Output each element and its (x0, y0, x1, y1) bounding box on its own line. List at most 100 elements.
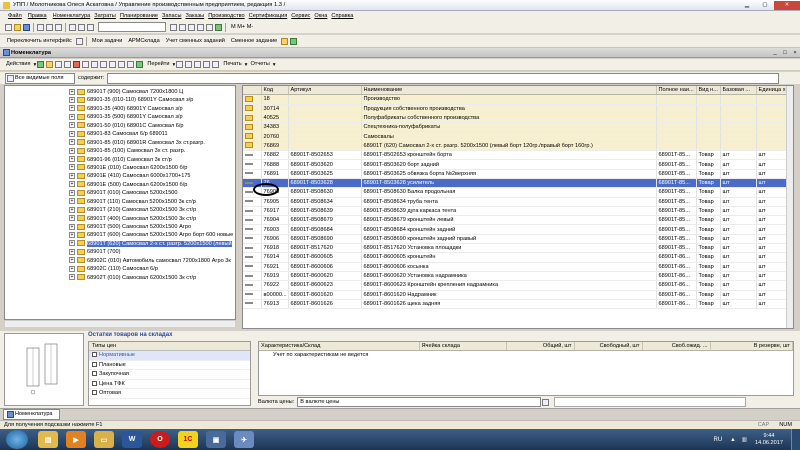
menu-item-file[interactable]: Файл (0, 13, 24, 19)
calendar-icon[interactable] (188, 23, 195, 31)
go-icon[interactable] (136, 61, 144, 68)
expand-icon[interactable]: + (69, 172, 75, 179)
price-type-item[interactable]: Закупочная (89, 370, 250, 380)
stock-col-expected[interactable]: Своб.ожид. ... (642, 342, 711, 352)
edit-icon[interactable] (64, 61, 72, 68)
find-icon[interactable] (87, 23, 94, 31)
switch-interface-button[interactable]: Переключить интерфейс (4, 37, 75, 46)
warehouse-arm-button[interactable]: АРМСклада (125, 37, 162, 46)
expand-icon[interactable]: + (69, 248, 75, 255)
m-memory-button[interactable]: M M+ M- (231, 24, 253, 30)
switch-interface-icon[interactable] (75, 37, 83, 45)
table-row[interactable]: в00000... 68901T-8601620 68901T-8601620 На… (243, 290, 793, 300)
tree-item[interactable]: +68901-35 (010-110) 68901Y Самосвал з/р (5, 96, 235, 104)
menu-item-edit[interactable]: Правка (24, 13, 51, 19)
start-button[interactable] (6, 430, 28, 449)
expand-icon[interactable]: + (69, 88, 75, 95)
tree-item[interactable]: +68901T (900) Самосвал 7200х1800 Ц (5, 88, 235, 96)
menu-item-help[interactable]: Справка (329, 13, 355, 19)
opera-icon[interactable]: O (150, 431, 170, 448)
cut-icon[interactable] (37, 23, 44, 31)
group-row[interactable]: 40525 Полуфабрикаты собственного производ… (243, 113, 793, 124)
tree-item[interactable]: +68901E (500) Самосвал 6200х1500 б/р (5, 181, 235, 189)
price-type-checkbox[interactable] (92, 352, 97, 358)
tree-item[interactable]: +68901-83 Самосвал 6/р 689011 (5, 130, 235, 138)
table-row[interactable]: 76891 68901T-8503625 68901T-8503625 обвязк… (243, 169, 793, 179)
grid-vscrollbar[interactable] (786, 86, 793, 328)
menu-item-orders[interactable]: Заказы (183, 13, 206, 19)
expand-icon[interactable]: + (69, 231, 75, 238)
tree-item[interactable]: +68901T (620) Самосвал 2-х ст. разгр. 52… (5, 240, 235, 248)
sort-icon[interactable] (118, 61, 126, 68)
price-type-item[interactable]: Оптовая (89, 389, 250, 399)
app-icon-2[interactable]: ✈ (234, 431, 254, 448)
table-row[interactable]: 76905 68901T-8508634 68901T-8508634 труба … (243, 197, 793, 207)
new-document-icon[interactable] (5, 23, 12, 31)
mark-icon[interactable] (82, 61, 90, 68)
col-code-header[interactable]: Код (261, 86, 289, 96)
word-icon[interactable]: W (122, 431, 142, 448)
tree-item[interactable]: +68901-96 (010) Самосвал 3к ст/р (5, 156, 235, 164)
table-row[interactable]: 76882 68901T-8502653 68901T-8502653 кроншт… (243, 150, 793, 161)
clock[interactable]: 9:44 14.06.2017 (755, 433, 783, 447)
refresh-icon[interactable] (127, 61, 135, 68)
table-row[interactable]: 76 68901T-8503628 68901T-8503628 усилитель… (243, 178, 793, 189)
show-desktop-button[interactable] (791, 429, 800, 450)
currency-select[interactable]: В валюте цены (297, 397, 542, 407)
menu-item-nomenclature[interactable]: Номенклатура (51, 13, 93, 19)
expand-icon[interactable]: + (69, 113, 75, 120)
table-row[interactable]: 76888 68901T-8503620 68901T-8503620 борт з… (243, 159, 793, 170)
menu-item-windows[interactable]: Окна (312, 13, 329, 19)
stock-col-total[interactable]: Общий, шт (506, 342, 575, 352)
tree-item[interactable]: +68902C (110) Самосвал 6/р (5, 265, 235, 273)
group-row[interactable]: 34383 Спецтехника-полуфабрикаты (243, 122, 793, 133)
expand-icon[interactable]: + (69, 274, 75, 281)
tree-item[interactable]: +68901T (010) Самосвал 5200х1500 (5, 189, 235, 197)
table-row[interactable]: 76914 68901T-8600605 68901T-8600605 кроншт… (243, 252, 793, 263)
tree-item[interactable]: +68901-35 (400) 68901Y Самосвал з/р (5, 105, 235, 113)
expand-icon[interactable]: + (69, 206, 75, 213)
menu-item-planning[interactable]: Планирование (118, 13, 160, 19)
table-row[interactable]: 76908 68901T-8508630 68901T-8508630 Балка … (243, 187, 793, 198)
table-row[interactable]: 76903 68901T-8508684 68901T-8508684 кроншт… (243, 224, 793, 235)
price-type-checkbox[interactable] (92, 361, 97, 367)
expand-icon[interactable]: + (69, 156, 75, 163)
help-circle-icon[interactable] (176, 61, 184, 68)
window-tab-nomenclature[interactable]: Номенклатура (3, 408, 60, 420)
tree-item[interactable]: +68901-35 (500) 68901Y Самосвал з/р (5, 113, 235, 121)
clipboard-icon[interactable] (197, 23, 204, 31)
my-tasks-button[interactable]: Мои задачи (89, 37, 125, 46)
menu-item-costs[interactable]: Затраты (92, 13, 118, 19)
table-row[interactable]: 76922 68901T-8600623 68901T-8600623 Кроншт… (243, 280, 793, 291)
table-row[interactable]: 76917 68901T-8508639 68901T-8508639 дуга к… (243, 206, 793, 217)
price-type-item[interactable]: Плановые (89, 361, 250, 370)
print-menu[interactable]: Печать (220, 60, 244, 69)
price-type-item[interactable]: Цена ТФК (89, 380, 250, 389)
dropdown-icon[interactable] (281, 37, 289, 45)
shift-task-button[interactable]: Сменное задание (228, 37, 280, 46)
folder-icon[interactable]: ▭ (94, 431, 114, 448)
group-row[interactable]: 18 Производство (243, 94, 793, 105)
expand-icon[interactable]: + (69, 240, 75, 247)
tray-arrow-icon[interactable]: ▲ (730, 437, 736, 443)
menu-item-service[interactable]: Сервис (289, 13, 312, 19)
reports-menu[interactable]: Отчеты (247, 60, 272, 69)
hierarchy-icon[interactable] (91, 61, 99, 68)
text-icon[interactable] (206, 23, 213, 31)
group-row[interactable]: 30714 Продукция собственного производства (243, 104, 793, 114)
copy-icon[interactable] (46, 23, 53, 31)
goto-menu[interactable]: Перейти (144, 60, 172, 69)
expand-icon[interactable]: + (69, 147, 75, 154)
save-icon[interactable] (23, 23, 30, 31)
table-row[interactable]: 76919 68901T-8600620 68901T-8600620 Устано… (243, 271, 793, 282)
globe-icon[interactable] (290, 37, 298, 45)
redo-icon[interactable] (78, 23, 85, 31)
add-folder-icon[interactable] (46, 61, 54, 68)
expand-icon[interactable]: + (69, 223, 75, 230)
menu-item-stock[interactable]: Запасы (160, 13, 183, 19)
currency-dropdown-icon[interactable] (542, 398, 550, 406)
currency-extra-field[interactable] (554, 397, 747, 407)
open-folder-icon[interactable] (14, 23, 21, 31)
language-indicator[interactable]: RU (713, 437, 722, 443)
group-row[interactable]: 20760 Самосвалы (243, 131, 793, 142)
